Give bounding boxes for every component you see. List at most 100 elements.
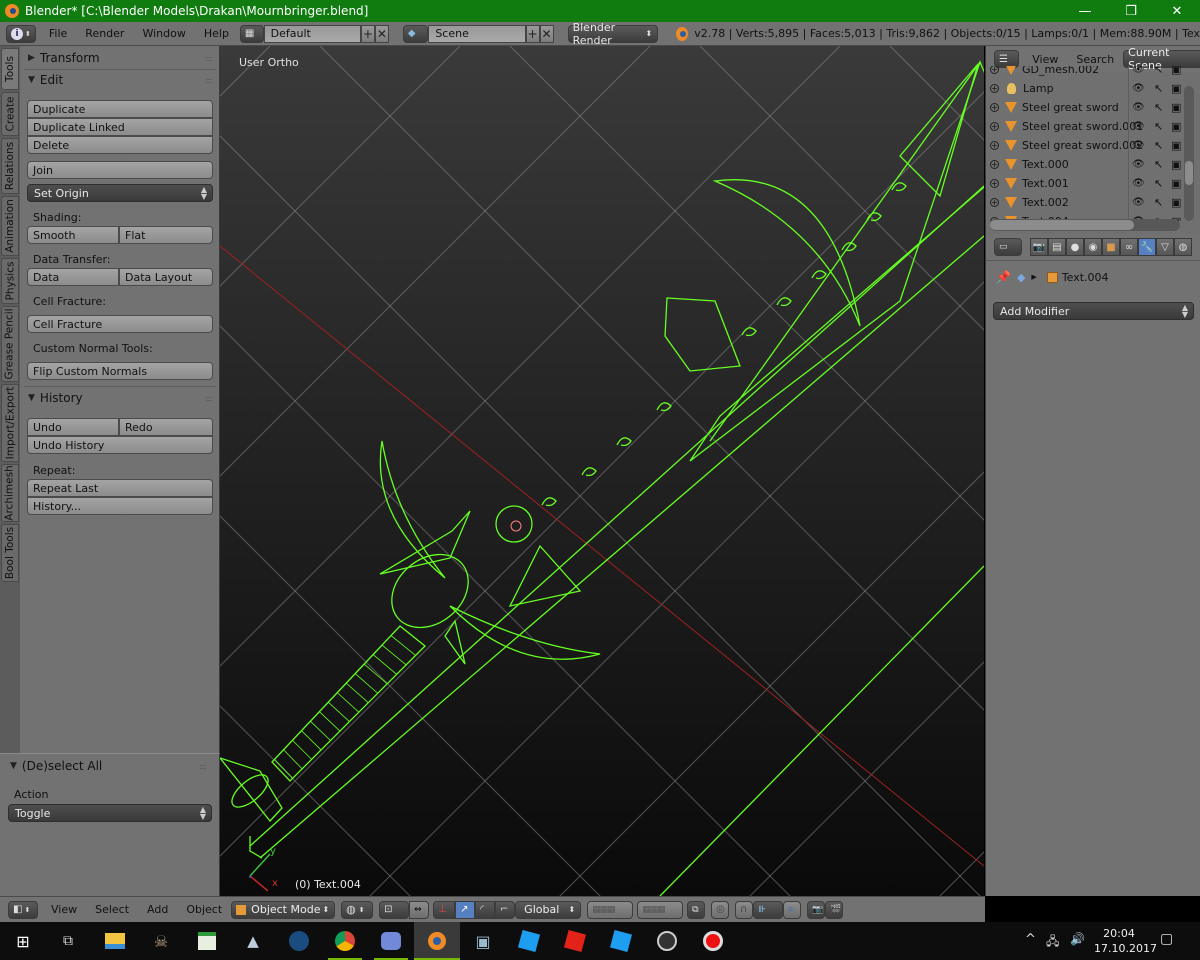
data-tab-icon[interactable]: ▽ [1156, 238, 1174, 256]
operator-panel-header[interactable]: ▼ (De)select All:::: [10, 756, 210, 776]
visibility-eye-icon[interactable]: 👁 [1132, 83, 1145, 94]
undo-button[interactable]: Undo [27, 418, 119, 436]
object-tab-icon[interactable]: ■ [1102, 238, 1120, 256]
view3d-editor-type-icon[interactable]: ◧ ⬍ [8, 900, 38, 919]
lock-camera-layers-icon[interactable]: ⧉ [687, 900, 706, 919]
menu-view[interactable]: View [42, 903, 86, 916]
tab-import-export[interactable]: Import/Export [1, 384, 19, 462]
drag-grip-icon[interactable]: :::: [205, 76, 213, 85]
selectable-cursor-icon[interactable]: ↖ [1154, 66, 1163, 76]
roblox-studio-2-taskbar[interactable] [598, 922, 644, 960]
add-modifier-select[interactable]: Add Modifier ▲ ▼ [993, 302, 1194, 320]
selectable-cursor-icon[interactable]: ↖ [1154, 177, 1163, 190]
expand-icon[interactable]: + [990, 179, 999, 188]
translate-manipulator-icon[interactable]: ↗ [455, 900, 476, 919]
smooth-button[interactable]: Smooth [27, 226, 119, 244]
renderable-camera-icon[interactable]: ▣ [1171, 196, 1181, 209]
menu-window[interactable]: Window [133, 27, 194, 40]
duplicate-button[interactable]: Duplicate [27, 100, 213, 118]
material-tab-icon[interactable]: ◍ [1174, 238, 1192, 256]
blender-taskbar[interactable] [414, 922, 460, 960]
action-center-icon[interactable]: ▢ [1160, 931, 1173, 947]
render-engine-select[interactable]: Blender Render ⬍ [567, 21, 659, 47]
expand-icon[interactable]: + [990, 66, 999, 74]
manipulate-center-points-icon[interactable]: ⇔ [409, 900, 430, 919]
menu-add[interactable]: Add [138, 903, 177, 916]
set-origin-select[interactable]: Set Origin ▲ ▼ [27, 184, 213, 202]
show-hidden-icons-button[interactable]: ^ [1025, 932, 1036, 947]
history-menu-button[interactable]: History... [27, 497, 213, 515]
clock[interactable]: 20:04 17.10.2017 [1094, 926, 1157, 956]
selectable-cursor-icon[interactable]: ↖ [1154, 158, 1163, 171]
menu-file[interactable]: File [40, 27, 76, 40]
close-button[interactable]: ✕ [1154, 0, 1200, 22]
flat-button[interactable]: Flat [119, 226, 213, 244]
modifiers-tab-icon[interactable]: 🔧 [1138, 238, 1156, 256]
visibility-eye-icon[interactable]: 👁 [1132, 178, 1145, 189]
tab-tools[interactable]: Tools [1, 48, 19, 90]
visibility-eye-icon[interactable]: 👁 [1132, 159, 1145, 170]
outliner-item[interactable]: + Text.001 👁 ↖ ▣ [986, 174, 1186, 193]
add-scene-button[interactable]: + [525, 24, 540, 43]
outliner-item[interactable]: + Text.002 👁 ↖ ▣ [986, 193, 1186, 212]
pivot-point-select[interactable]: ⊡ [379, 900, 410, 919]
data-layout-button[interactable]: Data Layout [119, 268, 213, 286]
outliner-item[interactable]: + GD_mesh.002 👁 ↖ ▣ [986, 66, 1186, 79]
monitor-app-taskbar[interactable]: ▣ [460, 922, 506, 960]
roblox-studio-taskbar[interactable] [506, 922, 552, 960]
layers-group-1[interactable]: ▦▦▦ [587, 900, 634, 919]
world-tab-icon[interactable]: ◉ [1084, 238, 1102, 256]
layers-group-2[interactable]: ▦▦▦ [637, 900, 684, 919]
mode-select[interactable]: Object Mode ⬍ [231, 900, 336, 919]
scene-icon[interactable]: ◆ [402, 24, 429, 43]
restore-button[interactable]: ❐ [1108, 0, 1154, 22]
duplicate-linked-button[interactable]: Duplicate Linked [27, 118, 213, 136]
file-explorer-taskbar[interactable] [92, 922, 138, 960]
action-select[interactable]: Toggle ▲ ▼ [8, 804, 212, 822]
outliner-item[interactable]: + Lamp 👁 ↖ ▣ [986, 79, 1186, 98]
outliner-hscroll-thumb[interactable] [990, 220, 1134, 230]
flip-custom-normals-button[interactable]: Flip Custom Normals [27, 362, 213, 380]
delete-button[interactable]: Delete [27, 136, 213, 154]
visibility-eye-icon[interactable]: 👁 [1132, 140, 1145, 151]
outliner-item[interactable]: + Steel great sword.002 👁 ↖ ▣ [986, 136, 1186, 155]
constraints-tab-icon[interactable]: ∞ [1120, 238, 1138, 256]
network-icon[interactable]: 🖧 [1046, 932, 1059, 953]
delete-scene-button[interactable]: ✕ [539, 24, 554, 43]
recorder-taskbar[interactable] [690, 922, 736, 960]
cell-fracture-button[interactable]: Cell Fracture [27, 315, 213, 333]
tab-grease-pencil[interactable]: Grease Pencil [1, 306, 19, 382]
outliner-hscroll-track[interactable] [990, 219, 1180, 231]
render-tab-icon[interactable]: 📷 [1030, 238, 1048, 256]
visibility-eye-icon[interactable]: 👁 [1132, 102, 1145, 113]
properties-editor-type-icon[interactable]: ▭ [994, 238, 1022, 256]
renderable-camera-icon[interactable]: ▣ [1171, 158, 1181, 171]
steam-taskbar[interactable] [276, 922, 322, 960]
outliner-vscroll-track[interactable] [1184, 86, 1194, 221]
layout-field[interactable]: Default [263, 24, 361, 43]
outliner-vscroll-thumb[interactable] [1185, 161, 1193, 185]
data-button[interactable]: Data [27, 268, 119, 286]
pin-icon[interactable]: 📌 [996, 270, 1011, 284]
manipulator-toggle-icon[interactable]: ⊥ [433, 900, 456, 919]
panel-edit-header[interactable]: ▼ Edit:::: [28, 70, 216, 90]
task-view-button[interactable]: ⧉ [45, 922, 91, 960]
outliner-item[interactable]: + Steel great sword.001 👁 ↖ ▣ [986, 117, 1186, 136]
rotate-manipulator-icon[interactable]: ◜ [475, 900, 496, 919]
image-app-taskbar[interactable] [184, 922, 230, 960]
tab-relations[interactable]: Relations [1, 138, 19, 194]
menu-select[interactable]: Select [86, 903, 138, 916]
delete-layout-button[interactable]: ✕ [374, 24, 389, 43]
outliner-menu-search[interactable]: Search [1067, 53, 1123, 66]
repeat-last-button[interactable]: Repeat Last [27, 479, 213, 497]
roblox-taskbar[interactable] [552, 922, 598, 960]
opengl-render-image-icon[interactable]: 📷 [807, 900, 826, 919]
expand-icon[interactable]: + [990, 198, 999, 207]
tab-physics[interactable]: Physics [1, 258, 19, 304]
outliner-item[interactable]: + Steel great sword 👁 ↖ ▣ [986, 98, 1186, 117]
drag-grip-icon[interactable]: :::: [199, 762, 207, 771]
visibility-eye-icon[interactable]: 👁 [1132, 66, 1145, 75]
start-button[interactable]: ⊞ [0, 922, 46, 960]
expand-icon[interactable]: + [990, 103, 999, 112]
add-layout-button[interactable]: + [360, 24, 375, 43]
